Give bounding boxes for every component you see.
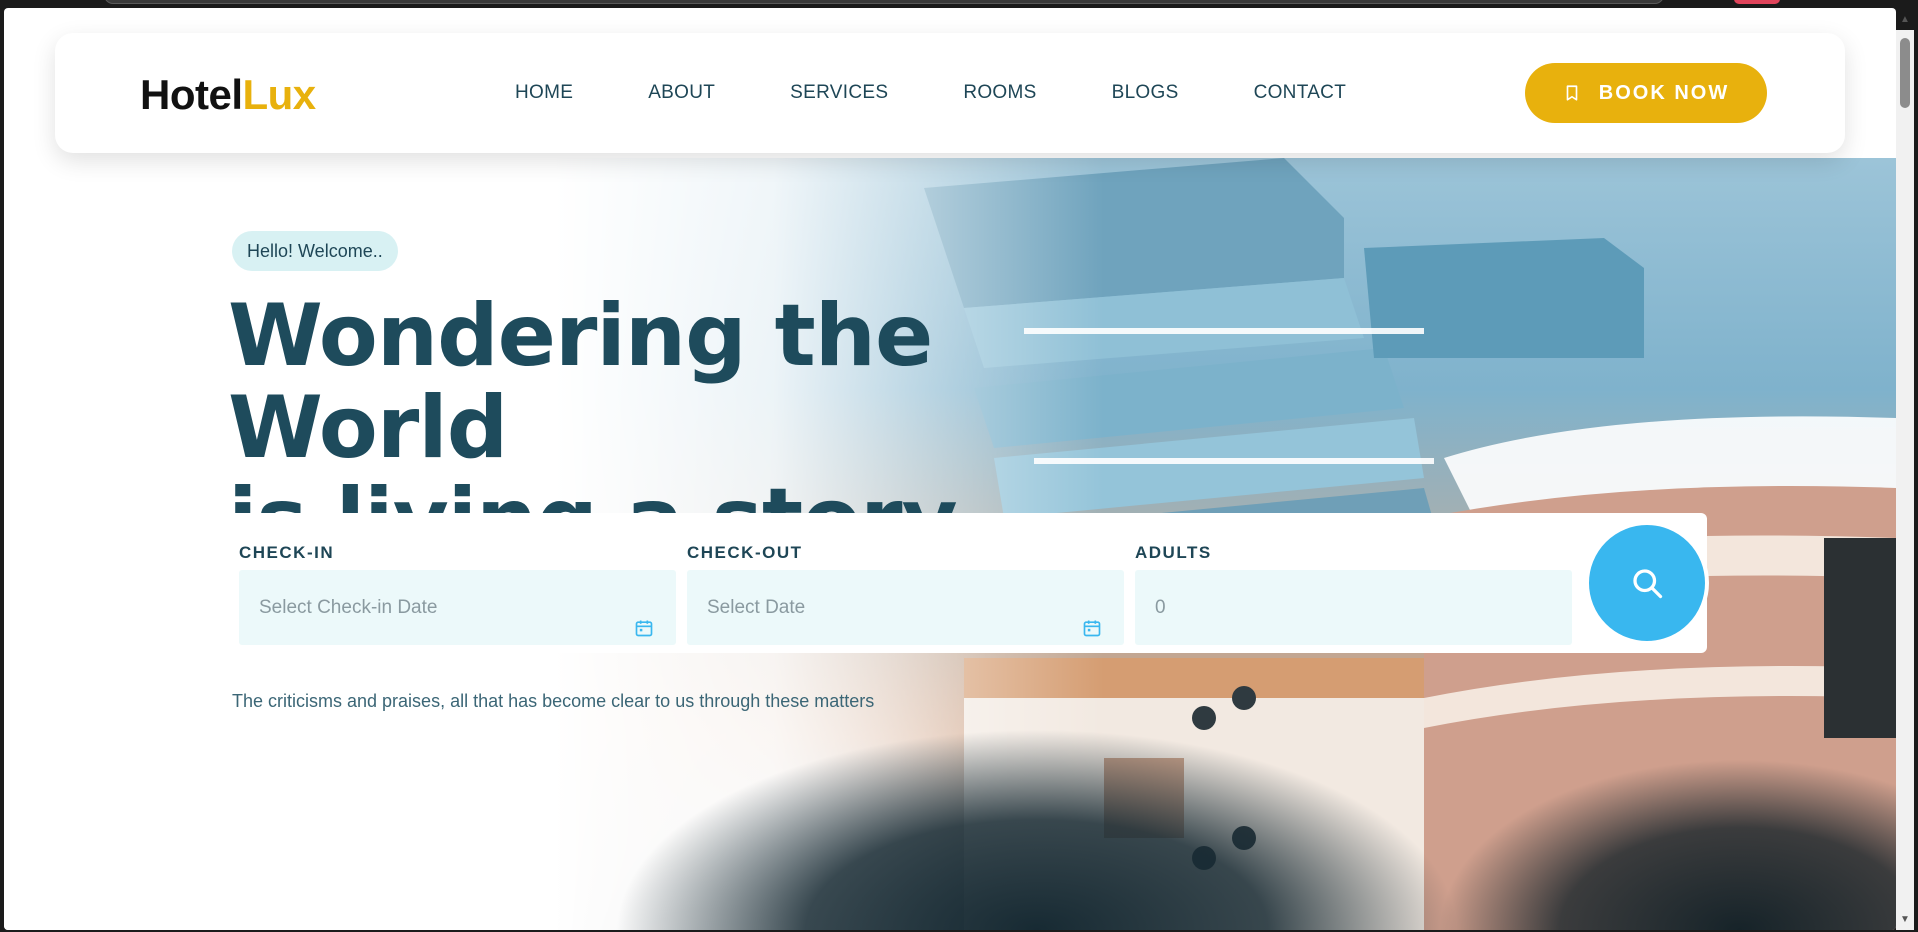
checkout-field: CHECK-OUT Select Date [687, 513, 1124, 645]
checkout-placeholder: Select Date [707, 596, 806, 618]
book-now-button[interactable]: BOOK NOW [1525, 63, 1767, 123]
nav-item-blogs[interactable]: BLOGS [1112, 82, 1179, 104]
checkin-placeholder: Select Check-in Date [259, 596, 438, 618]
nav-item-contact[interactable]: CONTACT [1254, 82, 1347, 104]
checkout-label: CHECK-OUT [687, 543, 803, 562]
adults-value: 0 [1155, 596, 1166, 618]
checkout-input[interactable]: Select Date [687, 570, 1124, 645]
scrollbar-thumb[interactable] [1900, 38, 1910, 108]
booking-form: CHECK-IN Select Check-in Date CHECK-OUT … [229, 513, 1709, 653]
brand-name-part2: Lux [242, 71, 317, 118]
scroll-down-arrow-icon[interactable]: ▼ [1896, 914, 1914, 930]
brand-logo[interactable]: HotelLux [140, 71, 316, 119]
welcome-badge: Hello! Welcome.. [232, 231, 398, 271]
headline-line-1: Wondering the World [228, 286, 933, 478]
nav-item-rooms[interactable]: ROOMS [963, 82, 1036, 104]
checkin-field: CHECK-IN Select Check-in Date [239, 513, 676, 645]
calendar-icon[interactable] [634, 618, 654, 638]
page-viewport: HotelLux HOME ABOUT SERVICES ROOMS BLOGS… [4, 8, 1896, 930]
adults-input[interactable]: 0 [1135, 570, 1572, 645]
vertical-scrollbar[interactable] [1896, 30, 1914, 930]
search-icon [1633, 569, 1663, 599]
address-bar[interactable] [104, 0, 1664, 4]
bookmark-icon [1566, 85, 1578, 101]
checkin-input[interactable]: Select Check-in Date [239, 570, 676, 645]
browser-indicator [1734, 0, 1780, 4]
search-button[interactable] [1585, 521, 1709, 645]
adults-field: ADULTS 0 [1135, 513, 1572, 645]
checkin-label: CHECK-IN [239, 543, 335, 562]
nav-item-services[interactable]: SERVICES [790, 82, 888, 104]
brand-name-part1: Hotel [140, 71, 243, 118]
scroll-up-arrow-icon[interactable]: ▲ [1896, 14, 1914, 30]
primary-nav: HOME ABOUT SERVICES ROOMS BLOGS CONTACT [515, 33, 1421, 153]
adults-label: ADULTS [1135, 543, 1212, 562]
browser-top-strip [0, 0, 1918, 8]
hero-tagline: The criticisms and praises, all that has… [232, 691, 875, 711]
nav-item-about[interactable]: ABOUT [648, 82, 715, 104]
main-navbar: HotelLux HOME ABOUT SERVICES ROOMS BLOGS… [55, 33, 1845, 153]
book-now-label: BOOK NOW [1598, 81, 1730, 104]
nav-item-home[interactable]: HOME [515, 82, 573, 104]
calendar-icon[interactable] [1082, 618, 1102, 638]
